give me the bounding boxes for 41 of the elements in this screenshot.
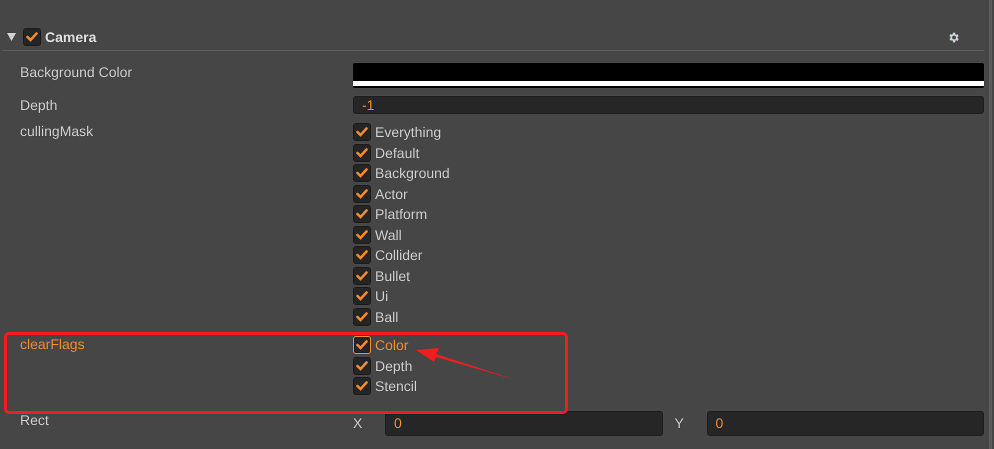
property-label: Depth — [20, 96, 58, 114]
color-swatch[interactable] — [353, 63, 984, 88]
property-label: cullingMask — [20, 122, 94, 141]
checkbox[interactable] — [353, 144, 371, 162]
option-label: Collider — [375, 247, 422, 264]
property-label: Rect — [20, 410, 50, 430]
property-label: Background Color — [20, 63, 134, 82]
checkbox[interactable] — [353, 246, 371, 264]
checkbox[interactable] — [353, 266, 371, 285]
checkbox[interactable] — [353, 226, 371, 244]
option-label: Ball — [375, 308, 398, 325]
axis-label: X — [353, 415, 364, 431]
option-label: Actor — [375, 186, 408, 202]
checkbox[interactable] — [353, 164, 371, 182]
rect-input[interactable]: 0 — [706, 410, 984, 436]
option-label: Default — [375, 144, 420, 161]
component-title: Camera — [45, 29, 98, 45]
checkbox[interactable] — [353, 184, 371, 203]
axis-label: Y — [674, 415, 685, 431]
checkbox[interactable] — [353, 308, 371, 326]
checkbox[interactable] — [353, 205, 371, 224]
collapse-icon[interactable] — [7, 33, 19, 41]
option-label: Background — [375, 165, 450, 182]
option-label: Platform — [375, 206, 428, 222]
option-label: Depth — [375, 358, 412, 374]
option-label: Everything — [375, 124, 442, 140]
rect-input[interactable]: 0 — [385, 410, 662, 436]
checkbox[interactable] — [353, 336, 371, 354]
option-label: Bullet — [375, 268, 410, 284]
settings-icon[interactable] — [947, 30, 960, 44]
property-label: clearFlags — [20, 335, 86, 354]
depth-input[interactable]: -1 — [353, 96, 984, 114]
option-label: Wall — [375, 226, 402, 243]
option-label: Ui — [375, 288, 388, 304]
option-label: Color — [375, 337, 408, 354]
checkbox[interactable] — [353, 123, 371, 142]
checkbox[interactable] — [353, 377, 371, 396]
checkbox[interactable] — [353, 356, 371, 375]
enable-checkbox[interactable] — [23, 28, 41, 46]
option-label: Stencil — [375, 378, 418, 394]
checkbox[interactable] — [353, 287, 371, 306]
